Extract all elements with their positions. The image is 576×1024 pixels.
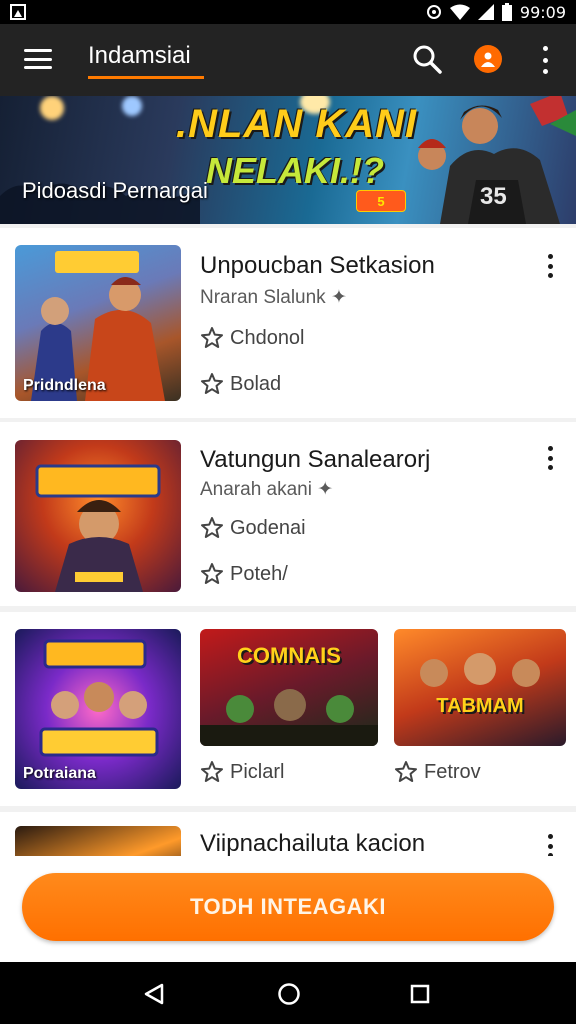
item-title: Unpoucban Setkasion [200, 252, 435, 279]
recent-apps-icon[interactable] [410, 984, 430, 1004]
item-subtitle: Nraran Slalunk ✦ [200, 286, 347, 309]
sparkle-icon: ✦ [317, 479, 334, 500]
item-subtitle-text: Anarah akani [200, 479, 312, 500]
title-underline [88, 76, 204, 79]
banner-hero-art: 35 [418, 96, 576, 224]
star-icon[interactable] [200, 516, 224, 540]
overflow-icon[interactable] [540, 46, 550, 74]
banner-headline-secondary: NELAKI.!? [206, 150, 384, 191]
banner-light [122, 96, 142, 116]
item-subtitle: Anarah akani ✦ [200, 478, 333, 501]
item-thumbnail[interactable]: TABMAM [394, 629, 566, 746]
cta-button[interactable]: TODH INTEAGAKI [22, 873, 554, 941]
battery-icon [501, 3, 512, 21]
system-nav-bar [0, 962, 576, 1024]
app-title: Indamsiai [88, 42, 191, 69]
item-thumbnail[interactable]: COMNAIS [200, 629, 378, 746]
banner-light [40, 96, 64, 120]
item-title: Vatungun Sanalearorj [200, 446, 431, 473]
item-title: Viipnachailuta kacion [200, 830, 426, 856]
banner-badge: 5 [356, 190, 406, 212]
status-bar: 99:09 [0, 0, 576, 24]
item-overflow-icon[interactable] [544, 254, 556, 278]
item-meta-row[interactable]: Piclarl [200, 760, 284, 784]
banner-headline: .NLAN KANI [176, 102, 418, 146]
cta-bar: TODH INTEAGAKI [0, 856, 576, 962]
item-thumbnail[interactable]: Pridndlena [15, 245, 181, 401]
app-bar: Indamsiai [0, 24, 576, 96]
wifi-icon [449, 4, 470, 20]
home-icon[interactable] [277, 982, 301, 1006]
app-screen: 99:09 Indamsiai .NLAN KANI NELAKI.!? Pid… [0, 0, 576, 1024]
thumbnail-title: TABMAM [436, 695, 524, 717]
star-icon[interactable] [200, 326, 224, 350]
item-meta-row[interactable]: Chdonol [200, 326, 305, 350]
item-meta-row[interactable]: Poteh/ [200, 562, 288, 586]
item-meta-label: Fetrov [424, 760, 481, 783]
sparkle-icon: ✦ [330, 287, 347, 308]
item-subtitle-text: Nraran Slalunk [200, 287, 326, 308]
sync-icon [426, 5, 441, 19]
item-thumbnail[interactable] [15, 826, 181, 856]
list-item[interactable]: Pridndlena Unpoucban Setkasion Nraran Sl… [0, 228, 576, 418]
item-meta-row[interactable]: Fetrov [394, 760, 481, 784]
star-icon[interactable] [200, 372, 224, 396]
item-meta-label: Bolad [230, 372, 282, 395]
item-meta-label: Chdonol [230, 326, 305, 349]
back-icon[interactable] [142, 982, 166, 1006]
thumbnail-label: Pridndlena [23, 377, 106, 394]
item-meta-label: Piclarl [230, 760, 285, 783]
star-icon[interactable] [200, 760, 224, 784]
item-meta-label: Godenai [230, 516, 306, 539]
item-overflow-icon[interactable] [544, 446, 556, 470]
banner-badge-value: 5 [377, 193, 385, 209]
avatar-icon[interactable] [474, 45, 502, 73]
star-icon[interactable] [200, 562, 224, 586]
thumbnail-label: Potraiana [23, 765, 96, 782]
thumbnail-title: COMNAIS [237, 643, 341, 668]
notification-icon [10, 4, 26, 20]
item-thumbnail[interactable]: Potraiana [15, 629, 181, 789]
search-icon[interactable] [412, 44, 442, 74]
svg-text:35: 35 [480, 183, 507, 210]
star-icon[interactable] [394, 760, 418, 784]
list-item[interactable]: Viipnachailuta kacion [0, 812, 576, 856]
item-meta-row[interactable]: Godenai [200, 516, 306, 540]
item-meta-label: Poteh/ [230, 562, 288, 585]
item-overflow-icon[interactable] [544, 834, 556, 856]
thumbnail-art [420, 653, 540, 687]
promo-banner[interactable]: .NLAN KANI NELAKI.!? Pidoasdi Pernargai … [0, 96, 576, 224]
list-item[interactable]: Vatungun Sanalearorj Anarah akani ✦ Gode… [0, 422, 576, 606]
thumbnail-art [35, 464, 161, 592]
item-meta-row[interactable]: Bolad [200, 372, 281, 396]
menu-icon[interactable] [24, 46, 52, 72]
status-time: 99:09 [519, 2, 566, 22]
list-item[interactable]: Potraiana COMNAIS TABMAM Piclarl Fetrov [0, 612, 576, 806]
item-thumbnail[interactable] [15, 440, 181, 592]
banner-subtitle: Pidoasdi Pernargai [22, 178, 208, 203]
signal-icon [477, 4, 494, 20]
